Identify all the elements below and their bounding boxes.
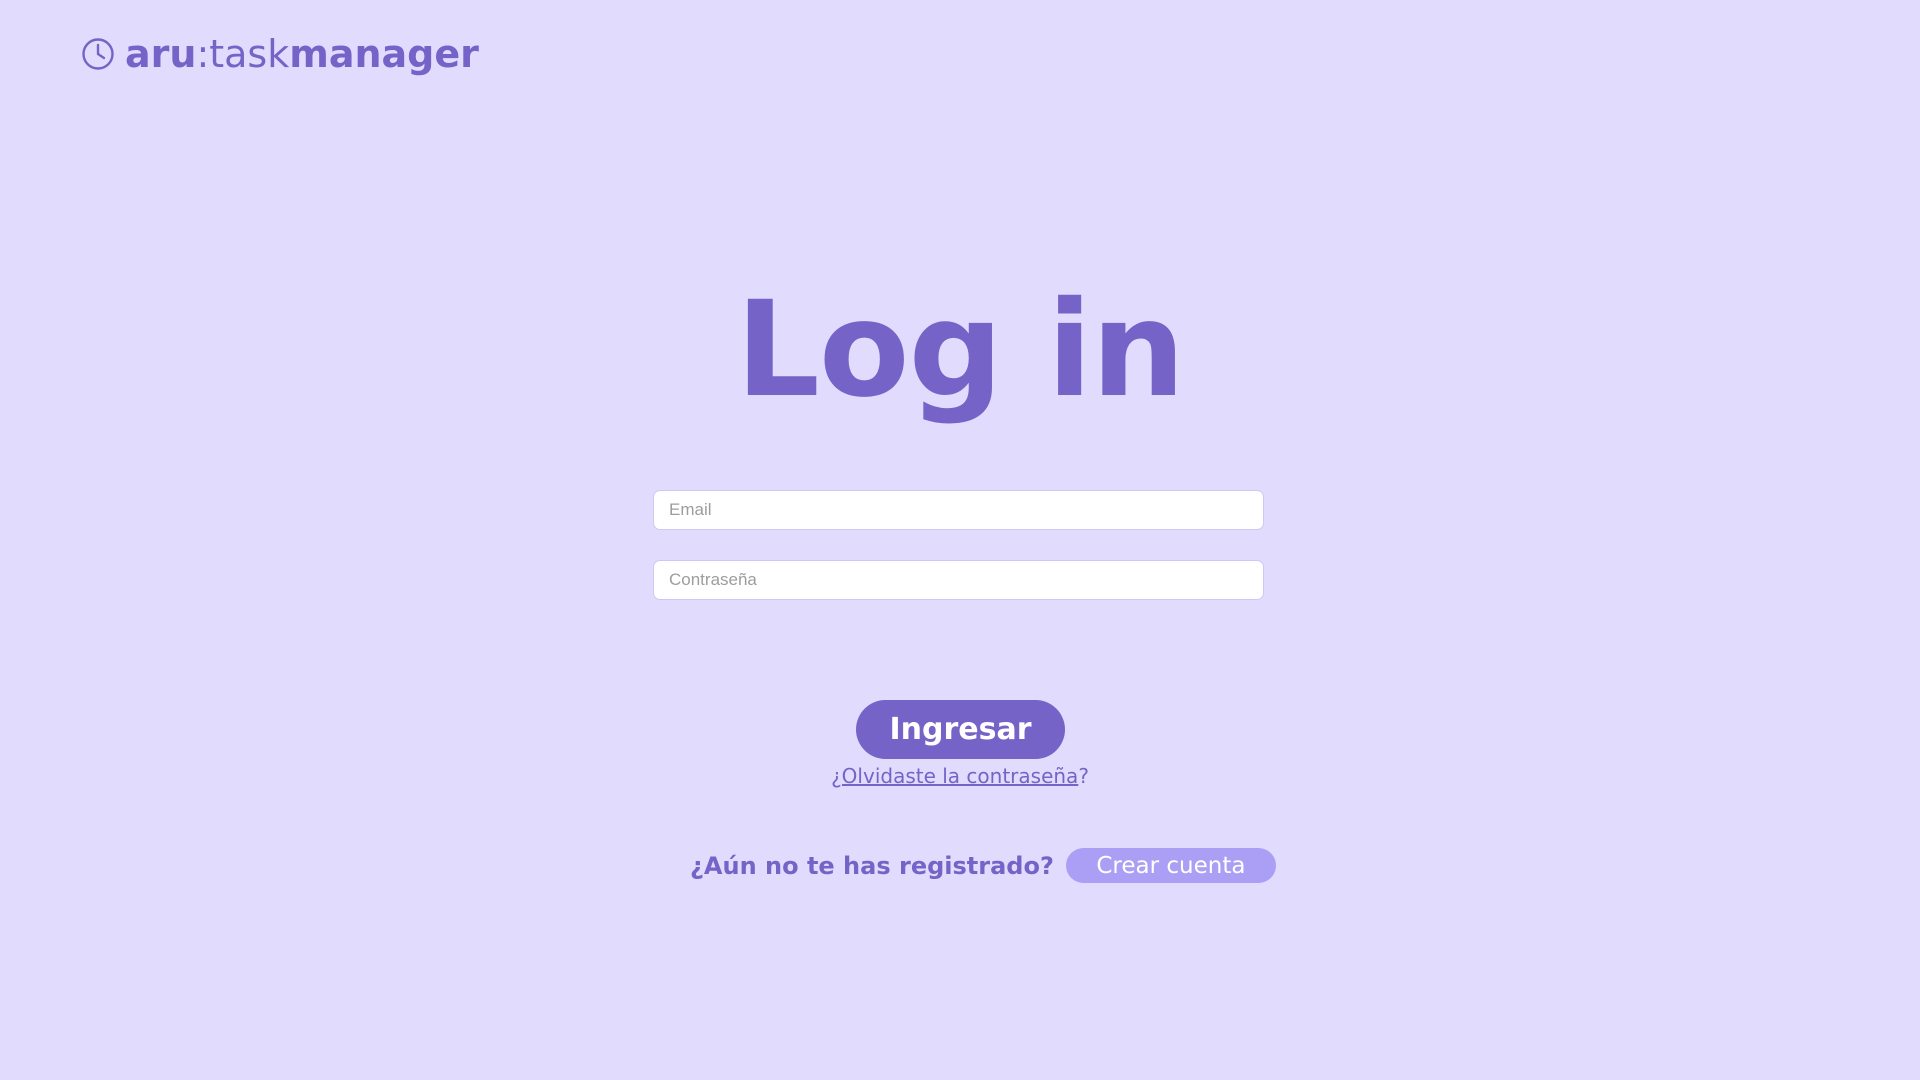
- forgot-password-row: ¿Olvidaste la contraseña?: [0, 763, 1920, 789]
- register-question: ¿Aún no te has registrado?: [690, 851, 1054, 880]
- register-row: ¿Aún no te has registrado? Crear cuenta: [690, 848, 1276, 883]
- forgot-password-suffix: ?: [1078, 764, 1089, 788]
- brand-name-part: :task: [196, 32, 290, 76]
- forgot-password-link[interactable]: ¿Olvidaste la contraseña: [831, 764, 1078, 788]
- brand-name-part: aru: [125, 32, 197, 76]
- password-field[interactable]: [653, 560, 1264, 600]
- create-account-button[interactable]: Crear cuenta: [1065, 848, 1276, 883]
- login-page: aru:taskmanager Log in Ingresar ¿Olvidas…: [0, 0, 1920, 1080]
- brand-name: aru:taskmanager: [125, 30, 479, 78]
- email-field[interactable]: [653, 490, 1264, 530]
- page-title: Log in: [735, 273, 1185, 427]
- brand-name-part: manager: [289, 32, 479, 76]
- login-button[interactable]: Ingresar: [856, 700, 1065, 759]
- clock-icon: [81, 37, 115, 71]
- brand-logo[interactable]: aru:taskmanager: [81, 30, 479, 78]
